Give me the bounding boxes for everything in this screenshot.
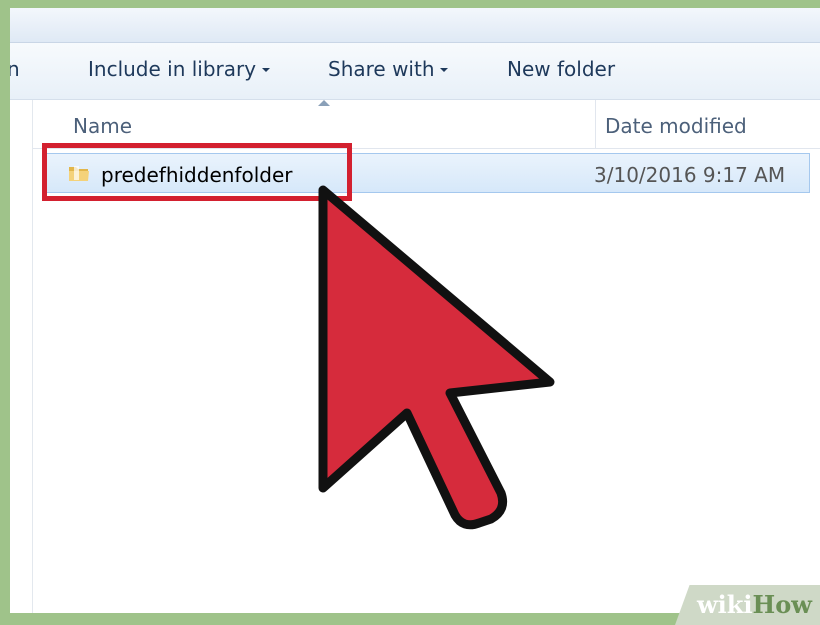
pointer-cursor-icon — [318, 185, 555, 530]
include-in-library-dropdown-icon[interactable] — [262, 68, 270, 72]
title-strip — [10, 8, 820, 43]
truncated-command[interactable]: n — [10, 57, 20, 81]
new-folder-button[interactable]: New folder — [507, 57, 615, 81]
command-bar: n Include in library Share with New fold… — [10, 43, 820, 100]
navigation-pane[interactable] — [10, 100, 33, 613]
share-with-button[interactable]: Share with — [328, 57, 435, 81]
share-with-dropdown-icon[interactable] — [440, 68, 448, 72]
sort-ascending-icon — [318, 100, 330, 106]
include-in-library-button[interactable]: Include in library — [88, 57, 256, 81]
column-header: Name Date modified — [33, 100, 820, 149]
column-divider[interactable] — [595, 100, 596, 148]
column-header-name[interactable]: Name — [73, 114, 132, 138]
column-header-date-modified[interactable]: Date modified — [605, 114, 747, 138]
file-date-modified: 3/10/2016 9:17 AM — [594, 163, 786, 187]
watermark-logo: wikiHow — [697, 590, 812, 619]
